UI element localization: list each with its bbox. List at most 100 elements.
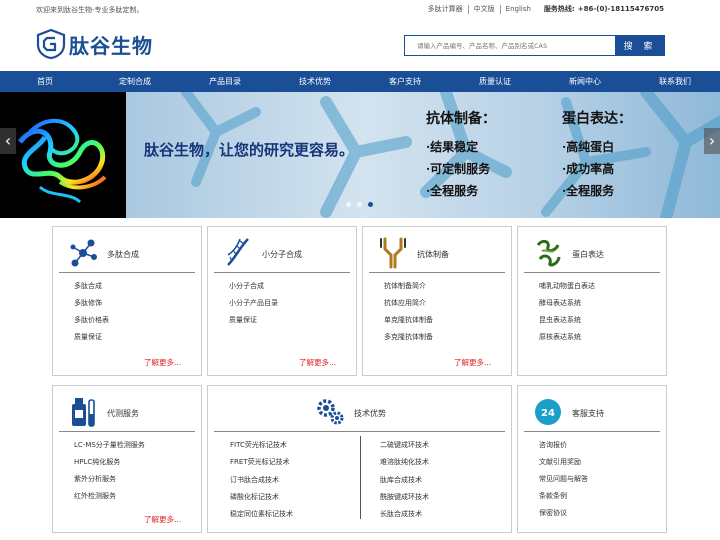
list-item[interactable]: 紫外分析服务	[74, 474, 145, 491]
card-antibody: 抗体制备 抗体制备简介 抗体应用简介 单克隆抗体制备 多克隆抗体制备 了解更多.…	[362, 226, 512, 376]
chinese-version-link[interactable]: 中文版	[469, 4, 501, 14]
dna-icon	[227, 238, 249, 266]
list-item[interactable]: LC-MS分子量检测服务	[74, 440, 145, 457]
card-title[interactable]: 抗体制备	[417, 249, 449, 260]
list-item[interactable]: 酰胺键成环技术	[380, 492, 429, 509]
card-support: 24 客服支持 咨询报价 文献引用奖励 常见问题与解答 条款条例 保密协议	[517, 385, 667, 533]
list-item[interactable]: HPLC纯化服务	[74, 457, 145, 474]
card-small-molecule: 小分子合成 小分子合成 小分子产品目录 质量保证 了解更多...	[207, 226, 357, 376]
list-item[interactable]: 小分子产品目录	[229, 298, 278, 315]
nav-home[interactable]: 首页	[0, 71, 90, 92]
banner-slogan: 肽谷生物，让您的研究更容易。	[144, 141, 355, 159]
protein-icon	[536, 239, 561, 267]
banner-dot[interactable]	[357, 202, 362, 207]
banner-protein-item: ·高纯蛋白	[562, 140, 615, 154]
tech-list-left: FITC荧光标记技术 FRET荧光标记技术 订书肽合成技术 磷酸化标记技术 稳定…	[230, 440, 293, 526]
logo-shield-icon	[36, 29, 66, 59]
list-item[interactable]: FRET荧光标记技术	[230, 457, 293, 474]
card-link-list: 小分子合成 小分子产品目录 质量保证	[229, 281, 278, 332]
svg-text:24: 24	[541, 408, 555, 419]
welcome-text: 欢迎来到肽谷生物-专业多肽定制。	[36, 6, 144, 14]
list-item[interactable]: 咨询报价	[539, 440, 588, 457]
list-item[interactable]: 磷酸化标记技术	[230, 492, 293, 509]
nav-news[interactable]: 新闻中心	[540, 71, 630, 92]
list-item[interactable]: 红外检测服务	[74, 491, 145, 508]
list-item[interactable]: 质量保证	[74, 332, 109, 349]
gear-icon	[317, 399, 344, 425]
nav-custom-synthesis[interactable]: 定制合成	[90, 71, 180, 92]
card-header: 蛋白表达	[524, 233, 660, 273]
search-input[interactable]	[404, 35, 615, 56]
list-item[interactable]: 肽库合成技术	[380, 475, 429, 492]
list-item[interactable]: 二硫键成环技术	[380, 440, 429, 457]
hotline-number: +86-(0)-18115476705	[577, 5, 664, 13]
card-link-list: 多肽合成 多肽修饰 多肽价格表 质量保证	[74, 281, 109, 349]
peptide-calculator-link[interactable]: 多肽计算器	[423, 4, 469, 14]
nav-contact[interactable]: 联系我们	[630, 71, 720, 92]
list-item[interactable]: 稳定同位素标记技术	[230, 509, 293, 526]
top-bar: 欢迎来到肽谷生物-专业多肽定制。 多肽计算器 中文版 English 服务热线:…	[0, 0, 720, 18]
nav-product-catalog[interactable]: 产品目录	[180, 71, 270, 92]
list-item[interactable]: 哺乳动物蛋白表达	[539, 281, 595, 298]
logo-text: 肽谷生物	[69, 33, 153, 58]
card-header: 抗体制备	[369, 233, 505, 273]
list-item[interactable]: 多肽合成	[74, 281, 109, 298]
list-item[interactable]: 条款条例	[539, 491, 588, 508]
card-peptide: 多肽合成 多肽合成 多肽修饰 多肽价格表 质量保证 了解更多...	[52, 226, 202, 376]
list-item[interactable]: FITC荧光标记技术	[230, 440, 293, 457]
banner-protein-item: ·全程服务	[562, 184, 615, 198]
banner-antibody-item: ·可定制服务	[426, 162, 491, 176]
card-title[interactable]: 技术优势	[354, 408, 386, 419]
search-bar: 搜 索	[404, 35, 665, 56]
card-title[interactable]: 蛋白表达	[572, 249, 604, 260]
banner-dot[interactable]	[346, 202, 351, 207]
list-item[interactable]: 单克隆抗体制备	[384, 315, 433, 332]
card-header: 代测服务	[59, 392, 195, 432]
support-24h-icon: 24	[535, 399, 561, 425]
card-title[interactable]: 小分子合成	[262, 249, 302, 260]
card-title[interactable]: 客服支持	[572, 408, 604, 419]
banner-next-arrow[interactable]: ›	[704, 128, 720, 154]
list-item[interactable]: 昆虫表达系统	[539, 315, 595, 332]
list-item[interactable]: 原核表达系统	[539, 332, 595, 349]
card-title[interactable]: 代测服务	[107, 408, 139, 419]
banner-protein-title: 蛋白表达：	[562, 111, 632, 127]
nav-tech-advantage[interactable]: 技术优势	[270, 71, 360, 92]
antibody-icon	[380, 237, 406, 269]
banner-protein-item: ·成功率高	[562, 162, 615, 176]
list-item[interactable]: 保密协议	[539, 508, 588, 525]
list-item[interactable]: 常见问题与解答	[539, 474, 588, 491]
english-version-link[interactable]: English	[501, 5, 536, 14]
hero-banner[interactable]: 肽谷生物，让您的研究更容易。 抗体制备： ·结果稳定 ·可定制服务 ·全程服务 …	[0, 92, 720, 218]
card-link-list: 咨询报价 文献引用奖励 常见问题与解答 条款条例 保密协议	[539, 440, 588, 525]
protein-structure-image	[0, 92, 126, 218]
list-item[interactable]: 抗体制备简介	[384, 281, 433, 298]
list-item[interactable]: 长肽合成技术	[380, 509, 429, 526]
banner-prev-arrow[interactable]: ‹	[0, 128, 16, 154]
list-item[interactable]: 酵母表达系统	[539, 298, 595, 315]
site-logo[interactable]: 肽谷生物	[36, 29, 153, 59]
list-item[interactable]: 多克隆抗体制备	[384, 332, 433, 349]
list-item[interactable]: 难溶肽纯化技术	[380, 457, 429, 474]
learn-more-link[interactable]: 了解更多...	[144, 357, 181, 368]
list-item[interactable]: 多肽价格表	[74, 315, 109, 332]
banner-dot-active[interactable]	[368, 202, 373, 207]
list-item[interactable]: 质量保证	[229, 315, 278, 332]
hotline-label: 服务热线:	[543, 5, 575, 13]
card-title[interactable]: 多肽合成	[107, 249, 139, 260]
list-item[interactable]: 小分子合成	[229, 281, 278, 298]
list-item[interactable]: 文献引用奖励	[539, 457, 588, 474]
learn-more-link[interactable]: 了解更多...	[144, 514, 181, 525]
test-bottle-icon	[72, 398, 95, 427]
card-testing: 代测服务 LC-MS分子量检测服务 HPLC纯化服务 紫外分析服务 红外检测服务…	[52, 385, 202, 533]
learn-more-link[interactable]: 了解更多...	[299, 357, 336, 368]
list-item[interactable]: 多肽修饰	[74, 298, 109, 315]
search-button[interactable]: 搜 索	[615, 35, 665, 56]
learn-more-link[interactable]: 了解更多...	[454, 357, 491, 368]
nav-customer-support[interactable]: 客户支持	[360, 71, 450, 92]
nav-quality[interactable]: 质量认证	[450, 71, 540, 92]
list-item[interactable]: 抗体应用简介	[384, 298, 433, 315]
card-header: 多肽合成	[59, 233, 195, 273]
top-links: 多肽计算器 中文版 English 服务热线: +86-(0)-18115476…	[423, 4, 664, 14]
list-item[interactable]: 订书肽合成技术	[230, 475, 293, 492]
